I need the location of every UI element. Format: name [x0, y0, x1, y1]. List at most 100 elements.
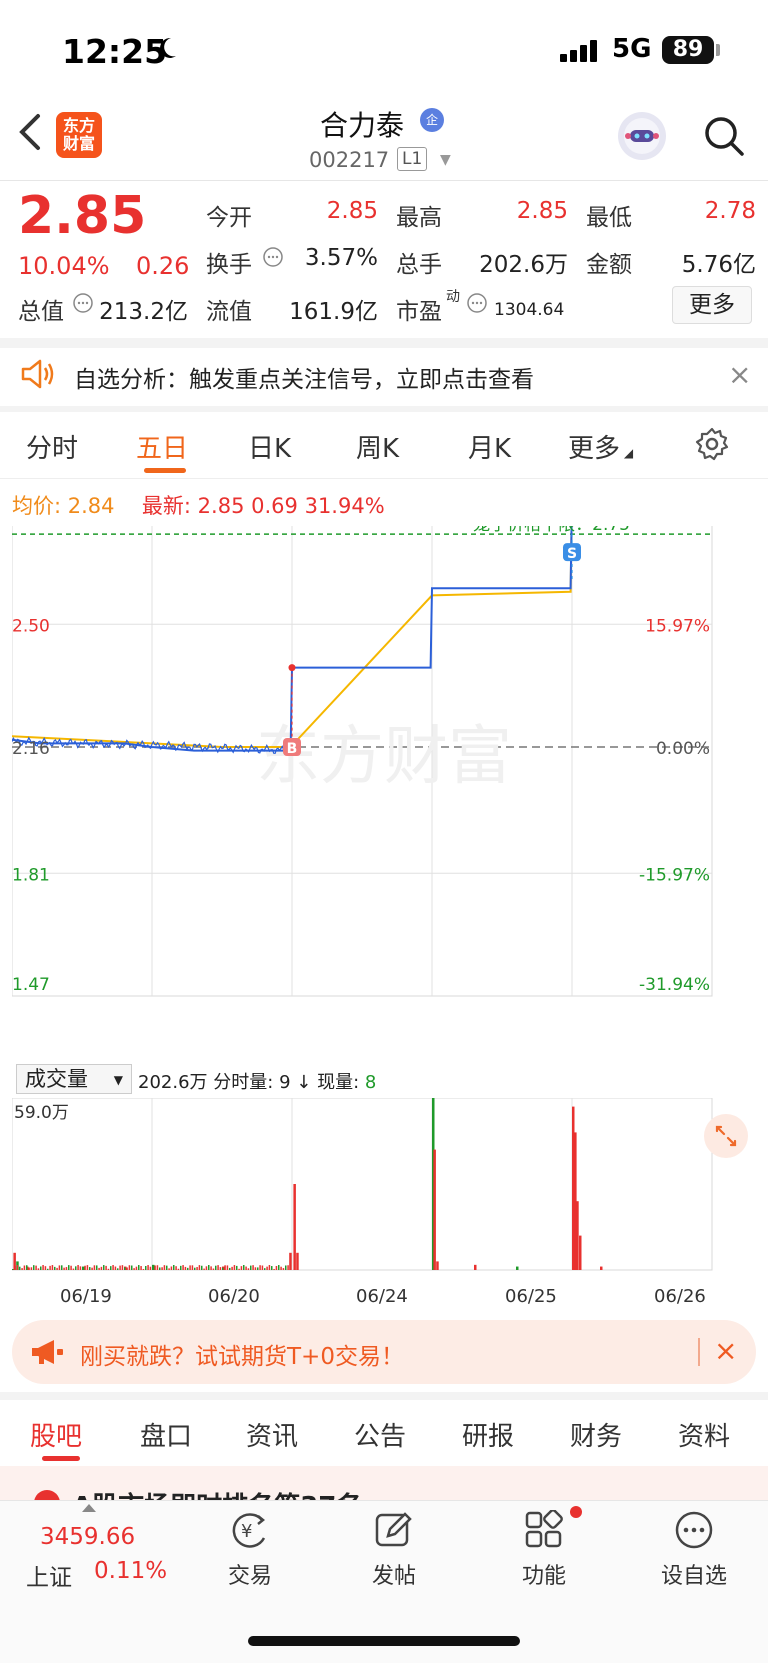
logo-text-bottom: 财富: [62, 134, 95, 153]
volume-total: 202.6万: [138, 1072, 208, 1093]
volume-bar: [233, 1265, 236, 1270]
logo-text-top: 东方: [62, 116, 95, 135]
nav-post[interactable]: 发帖: [344, 1558, 444, 1590]
tab-profile[interactable]: 资料: [678, 1416, 730, 1453]
info-icon[interactable]: [466, 292, 488, 318]
volume-bar: [65, 1267, 68, 1270]
volume-bar: [271, 1266, 273, 1270]
tab-weekly-k[interactable]: 周K: [356, 428, 399, 465]
tab-intraday[interactable]: 分时: [26, 428, 78, 465]
info-icon[interactable]: [262, 246, 284, 272]
notice-text[interactable]: 自选分析：触发重点关注信号，立即点击查看: [74, 360, 534, 394]
volume-bar: [205, 1266, 208, 1270]
index-name[interactable]: 上证: [26, 1558, 72, 1592]
trade-icon[interactable]: ¥: [228, 1510, 272, 1554]
stat-label-turnover: 换手: [206, 252, 252, 278]
volume-bar: [266, 1266, 268, 1270]
volume-bar: [474, 1264, 477, 1270]
peek-content[interactable]: A股市场即时排名第37名: [0, 1466, 768, 1500]
volume-bar: [33, 1265, 35, 1270]
y-axis-label: 1.47: [12, 975, 50, 995]
volume-bar: [166, 1265, 168, 1270]
tab-daily-k[interactable]: 日K: [248, 428, 291, 465]
volume-bar: [600, 1266, 603, 1270]
back-icon[interactable]: [16, 112, 46, 163]
volume-bar: [37, 1268, 40, 1270]
volume-indicator-select[interactable]: 成交量 ▼: [16, 1064, 132, 1094]
app-logo[interactable]: 东方 财富: [56, 112, 102, 158]
info-icon[interactable]: [72, 292, 94, 318]
date-label: 06/24: [356, 1286, 408, 1307]
battery-tip: [716, 44, 720, 56]
expand-icon[interactable]: [704, 1114, 748, 1158]
nav-functions[interactable]: 功能: [494, 1558, 594, 1590]
level-badge[interactable]: L1: [397, 147, 428, 171]
date-label: 06/20: [208, 1286, 260, 1307]
volume-bar: [268, 1265, 271, 1270]
stat-value-turnover: 3.57%: [304, 245, 378, 271]
volume-bar: [247, 1268, 250, 1270]
nav-trade[interactable]: 交易: [200, 1558, 300, 1590]
volume-bar: [54, 1266, 56, 1270]
gear-icon[interactable]: [694, 426, 730, 466]
volume-bar: [212, 1268, 215, 1270]
volume-bar: [35, 1265, 37, 1270]
volume-bar: [184, 1266, 187, 1270]
robot-assistant-icon[interactable]: [618, 112, 666, 160]
volume-bar: [254, 1267, 257, 1270]
volume-current-label: 现量:: [317, 1072, 360, 1093]
stat-label-pe-sup: 动: [446, 289, 460, 305]
volume-bar: [84, 1265, 86, 1270]
volume-bar: [133, 1268, 135, 1270]
tab-monthly-k[interactable]: 月K: [468, 428, 511, 465]
volume-bar: [138, 1265, 140, 1270]
chevron-down-icon[interactable]: ▼: [440, 152, 451, 168]
nav-add-watchlist[interactable]: 设自选: [644, 1558, 744, 1590]
stat-label-high: 最高: [396, 205, 442, 231]
close-icon[interactable]: ×: [714, 1334, 737, 1367]
volume-bar: [56, 1267, 58, 1270]
tab-five-day[interactable]: 五日: [136, 428, 188, 465]
stat-value-open: 2.85: [326, 198, 378, 224]
volume-chart[interactable]: 59.0万: [12, 1098, 756, 1282]
compose-icon[interactable]: [374, 1510, 414, 1554]
volume-bar: [114, 1266, 117, 1270]
tab-forum[interactable]: 股吧: [30, 1416, 82, 1453]
tab-order-book[interactable]: 盘口: [140, 1416, 192, 1453]
tab-research[interactable]: 研报: [462, 1416, 514, 1453]
volume-tick-label: 分时量:: [213, 1072, 274, 1093]
volume-bar: [257, 1267, 259, 1270]
volume-bar: [72, 1268, 75, 1270]
volume-bar: [161, 1267, 163, 1270]
apps-icon[interactable]: [524, 1509, 564, 1554]
tab-announcements[interactable]: 公告: [354, 1416, 406, 1453]
volume-bar: [226, 1265, 229, 1270]
more-stats-button[interactable]: 更多: [672, 286, 752, 324]
close-icon[interactable]: ×: [728, 358, 751, 391]
index-change-pct[interactable]: 0.11%: [94, 1558, 167, 1584]
volume-bar: [264, 1268, 266, 1270]
index-value[interactable]: 3459.66: [40, 1524, 135, 1550]
y-axis-pct-label: 15.97%: [645, 616, 710, 636]
signal-icon: [560, 40, 600, 66]
tab-more[interactable]: 更多 ◢: [568, 428, 633, 465]
stat-label-amount: 金额: [586, 252, 632, 278]
volume-bar: [173, 1265, 175, 1270]
current-price: 2.85: [18, 186, 147, 246]
svg-text:¥: ¥: [241, 1521, 252, 1542]
latest-change-pct: 31.94%: [304, 494, 385, 518]
watermark: 东方财富: [256, 720, 512, 794]
search-icon[interactable]: [702, 114, 746, 162]
volume-bar: [61, 1265, 63, 1270]
promo-text[interactable]: 刚买就跌？试试期货T+0交易！: [80, 1337, 404, 1371]
volume-bar: [275, 1265, 278, 1270]
volume-bar: [14, 1266, 16, 1270]
avg-price-label: 均价:: [12, 494, 62, 518]
five-day-chart[interactable]: 东方财富 BS 2.8531.94%2.5015.97%2.160.00%1.8…: [12, 526, 756, 1058]
more-dots-icon[interactable]: [674, 1510, 714, 1554]
stat-value-float-cap: 161.9亿: [289, 299, 378, 325]
tab-news[interactable]: 资讯: [246, 1416, 298, 1453]
volume-bar: [75, 1266, 77, 1270]
chevron-down-icon: ▼: [113, 1073, 123, 1087]
tab-financials[interactable]: 财务: [570, 1416, 622, 1453]
